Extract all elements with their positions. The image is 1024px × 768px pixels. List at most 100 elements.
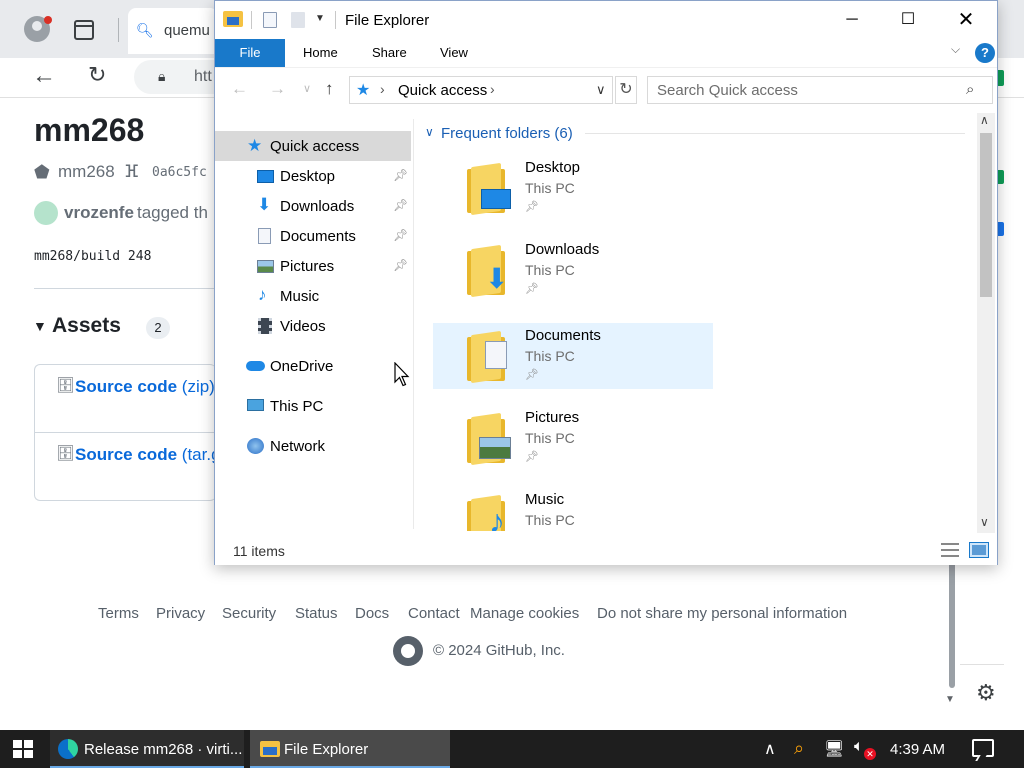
folder-tile-documents[interactable]: Documents This PC 📌︎ xyxy=(433,323,713,389)
back-arrow-icon[interactable]: ← xyxy=(231,79,248,99)
folder-tile-pictures[interactable]: Pictures This PC 📌︎ xyxy=(433,405,713,471)
search-box[interactable]: ⌕ xyxy=(647,76,993,104)
refresh-button[interactable]: ↻ xyxy=(615,76,637,104)
explorer-title-bar[interactable]: ▼ File Explorer ─ ☐ ✕ xyxy=(215,1,997,39)
sidebar-item-quick-access[interactable]: ★ Quick access xyxy=(215,131,411,161)
pin-icon[interactable]: 📌︎ xyxy=(393,198,408,212)
pane-splitter[interactable] xyxy=(413,119,414,529)
folder-icon xyxy=(467,330,515,384)
minimize-button[interactable]: ─ xyxy=(823,1,881,39)
help-icon[interactable]: ? xyxy=(975,43,995,63)
github-logo-icon[interactable] xyxy=(393,636,423,666)
scroll-up-arrow-icon[interactable]: ∧ xyxy=(980,113,989,127)
footer-link-docs[interactable]: Docs xyxy=(355,605,389,622)
footer-link-manage-cookies[interactable]: Manage cookies xyxy=(470,605,579,622)
sidebar-item-pictures[interactable]: Pictures 📌︎ xyxy=(215,251,411,281)
address-bar[interactable]: ★ › Quick access › ∨ xyxy=(349,76,613,104)
folder-tile-downloads[interactable]: ⬇ Downloads This PC 📌︎ xyxy=(433,237,713,303)
footer-link-status[interactable]: Status xyxy=(295,605,338,622)
address-location[interactable]: Quick access xyxy=(398,82,487,99)
desktop-icon xyxy=(257,170,274,183)
folder-location: This PC xyxy=(525,180,575,196)
browser-tab[interactable]: 🔍︎ quemu xyxy=(128,8,218,54)
expand-ribbon-icon[interactable]: ⌵ xyxy=(951,42,960,57)
up-arrow-icon[interactable]: ↑ xyxy=(325,79,334,99)
footer-link-contact[interactable]: Contact xyxy=(408,605,460,622)
sidebar-item-desktop[interactable]: Desktop 📌︎ xyxy=(215,161,411,191)
folder-location: This PC xyxy=(525,262,575,278)
folder-tile-music[interactable]: ♪ Music This PC xyxy=(433,487,713,531)
start-button[interactable] xyxy=(0,730,46,768)
sidebar-item-label: Documents xyxy=(280,228,356,245)
speaker-icon[interactable]: 🔈︎ xyxy=(854,738,864,756)
sidebar-item-downloads[interactable]: ⬇ Downloads 📌︎ xyxy=(215,191,411,221)
footer-link-terms[interactable]: Terms xyxy=(98,605,139,622)
footer-link-security[interactable]: Security xyxy=(222,605,276,622)
forward-arrow-icon[interactable]: → xyxy=(269,79,286,99)
footer-link-do-not-share[interactable]: Do not share my personal information xyxy=(597,605,847,622)
author-avatar[interactable] xyxy=(34,201,58,225)
taskbar-item-edge[interactable]: Release mm268 · virti... xyxy=(50,730,244,768)
release-tag-link[interactable]: mm268 xyxy=(58,162,115,182)
maximize-button[interactable]: ☐ xyxy=(879,1,937,39)
chevron-down-icon[interactable]: ∨ xyxy=(596,82,606,98)
pin-icon[interactable]: 📌︎ xyxy=(393,168,408,182)
file-explorer-icon[interactable] xyxy=(223,11,243,27)
search-input[interactable] xyxy=(648,77,958,103)
tab-share[interactable]: Share xyxy=(372,39,407,67)
footer-link-privacy[interactable]: Privacy xyxy=(156,605,205,622)
pin-icon[interactable]: 📌︎ xyxy=(393,258,408,272)
browser-tab-title: quemu xyxy=(164,22,210,39)
sidebar-item-music[interactable]: ♪ Music xyxy=(215,281,411,311)
back-arrow-icon[interactable]: ← xyxy=(32,62,56,90)
sidebar-item-label: Videos xyxy=(280,318,326,335)
new-folder-icon[interactable] xyxy=(291,12,305,28)
pin-icon[interactable]: 📌︎ xyxy=(393,228,408,242)
sidebar-item-videos[interactable]: Videos xyxy=(215,311,411,341)
scroll-down-arrow-icon[interactable]: ∨ xyxy=(980,515,989,529)
tab-actions-icon[interactable] xyxy=(74,20,94,40)
sidebar-item-network[interactable]: Network xyxy=(215,431,411,461)
release-title: mm268 xyxy=(34,112,145,148)
tab-view[interactable]: View xyxy=(440,39,468,67)
sidebar-item-onedrive[interactable]: OneDrive xyxy=(215,351,411,381)
reload-icon[interactable]: ↻ xyxy=(88,62,106,88)
clock[interactable]: 4:39 AM xyxy=(890,741,945,758)
browser-scroll-thumb[interactable] xyxy=(949,560,955,688)
search-icon[interactable]: ⌕ xyxy=(966,81,974,98)
asset-link-targz[interactable]: Source code (tar.g xyxy=(75,445,221,465)
commit-hash-link[interactable]: 0a6c5fc xyxy=(152,165,207,180)
collapse-group-chevron-icon[interactable]: ∨ xyxy=(425,125,434,139)
recent-locations-chevron-icon[interactable]: ∨ xyxy=(303,82,311,95)
gear-icon[interactable]: ⚙ xyxy=(976,680,996,706)
scroll-down-arrow-icon[interactable]: ▼ xyxy=(945,694,955,705)
tab-home[interactable]: Home xyxy=(303,39,338,67)
group-header[interactable]: Frequent folders (6) xyxy=(441,125,573,142)
author-link[interactable]: vrozenfe xyxy=(64,203,134,223)
network-icon[interactable]: 🖥︎ xyxy=(824,739,844,759)
folder-name: Desktop xyxy=(525,159,581,176)
sidebar-item-this-pc[interactable]: This PC xyxy=(215,391,411,421)
content-scroll-thumb[interactable] xyxy=(980,133,992,297)
assets-heading[interactable]: Assets xyxy=(52,314,121,338)
details-view-icon[interactable] xyxy=(941,543,959,557)
chevron-right-icon[interactable]: › xyxy=(490,81,495,97)
show-hidden-icons-chevron-icon[interactable]: ∧ xyxy=(764,739,776,759)
asset-link-zip[interactable]: Source code (zip) xyxy=(75,377,215,397)
taskbar-item-file-explorer[interactable]: File Explorer xyxy=(250,730,450,768)
large-icons-view-icon[interactable] xyxy=(969,542,989,558)
notification-center-icon[interactable] xyxy=(972,739,994,757)
sidebar-item-documents[interactable]: Documents 📌︎ xyxy=(215,221,411,251)
folder-name: Music xyxy=(525,491,565,508)
chevron-right-icon[interactable]: › xyxy=(380,81,385,97)
caret-down-icon[interactable]: ▼ xyxy=(33,318,47,334)
magnifier-icon[interactable]: ⌕ xyxy=(794,738,804,759)
tab-file[interactable]: File xyxy=(215,39,285,67)
properties-icon[interactable] xyxy=(263,12,277,28)
quick-access-toolbar-dropdown-icon[interactable]: ▼ xyxy=(315,13,325,24)
folder-tile-desktop[interactable]: Desktop This PC 📌︎ xyxy=(433,155,713,221)
browser-scrollbar[interactable]: ▼ xyxy=(945,560,957,710)
content-scrollbar[interactable]: ∧ ∨ xyxy=(977,113,995,533)
close-button[interactable]: ✕ xyxy=(937,1,995,39)
sidebar-item-label: Desktop xyxy=(280,168,336,185)
